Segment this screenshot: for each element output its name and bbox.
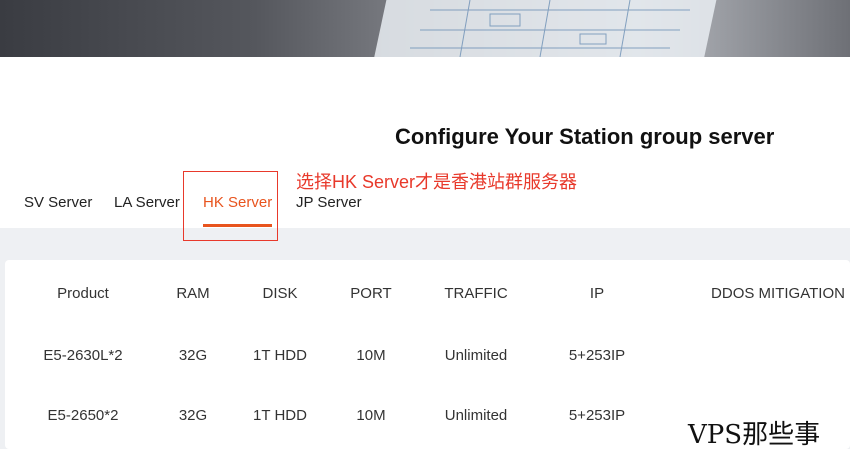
header-port: PORT [350,285,392,302]
header-ip: IP [589,285,605,302]
row2-disk: 1T HDD [253,407,307,424]
row1-ip: 5+253IP [568,347,626,364]
header-ddos: DDOS MITIGATION [711,285,845,302]
tab-sv-server[interactable]: SV Server [24,194,92,211]
blueprint-lines [410,0,690,57]
row1-port: 10M [356,347,386,364]
row1-traffic: Unlimited [444,347,508,364]
hero-banner [0,0,850,57]
row1-disk: 1T HDD [253,347,307,364]
tab-la-server[interactable]: LA Server [114,194,180,211]
row1-ram: 32G [178,347,208,364]
row1-product: E5-2630L*2 [43,347,123,364]
row2-traffic: Unlimited [444,407,508,424]
header-traffic: TRAFFIC [444,285,508,302]
annotation-highlight-box [183,171,278,241]
header-product: Product [57,285,109,302]
header-ram: RAM [176,285,210,302]
watermark: VPS那些事 [688,414,821,451]
page-title: Configure Your Station group server [395,124,775,149]
row2-ip: 5+253IP [568,407,626,424]
header-disk: DISK [262,285,298,302]
tab-jp-server[interactable]: JP Server [296,194,362,211]
row2-port: 10M [356,407,386,424]
server-tabs: SV Server LA Server HK Server JP Server [0,190,850,230]
row2-ram: 32G [178,407,208,424]
row2-product: E5-2650*2 [47,407,119,424]
